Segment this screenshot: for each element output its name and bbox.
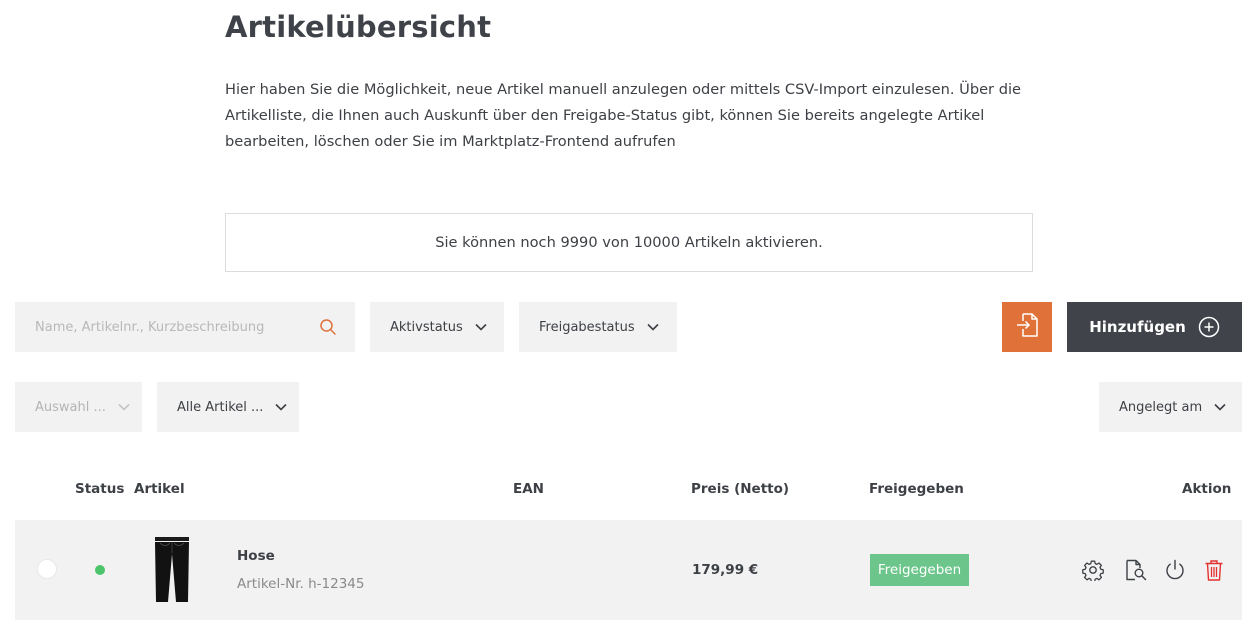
row-select-checkbox[interactable] (37, 559, 57, 579)
article-price: 179,99 € (692, 562, 759, 578)
activation-quota-text: Sie können noch 9990 von 10000 Artikeln … (435, 234, 823, 251)
bulk-selection-dropdown[interactable]: Auswahl ... (15, 382, 142, 432)
column-header-article: Artikel (134, 481, 185, 497)
chevron-down-icon (473, 319, 489, 335)
column-header-price: Preis (Netto) (691, 481, 790, 497)
table-row: Hose Artikel-Nr. h-12345 179,99 € Freige… (15, 520, 1242, 620)
document-search-icon[interactable] (1124, 559, 1147, 581)
chevron-down-icon (1212, 399, 1228, 415)
page-title: Artikelübersicht (225, 10, 492, 44)
power-icon[interactable] (1164, 559, 1186, 581)
sort-label: Angelegt am (1119, 399, 1203, 415)
gear-icon[interactable] (1082, 559, 1104, 581)
sort-dropdown[interactable]: Angelegt am (1099, 382, 1242, 432)
column-header-action: Aktion (1182, 481, 1232, 497)
page-intro-text: Hier haben Sie die Möglichkeit, neue Art… (225, 81, 1021, 150)
status-badge: Freigegeben (870, 554, 969, 586)
bulk-selection-label: Auswahl ... (35, 399, 106, 415)
search-icon[interactable] (319, 318, 337, 336)
approval-status-dropdown[interactable]: Freigabestatus (519, 302, 677, 352)
article-name[interactable]: Hose (237, 548, 275, 564)
search-input[interactable] (35, 319, 295, 335)
trash-icon[interactable] (1203, 559, 1225, 581)
chevron-down-icon (645, 319, 661, 335)
add-button-label: Hinzufügen (1089, 318, 1186, 336)
article-scope-dropdown[interactable]: Alle Artikel ... (157, 382, 299, 432)
active-status-dropdown[interactable]: Aktivstatus (370, 302, 504, 352)
plus-circle-icon (1198, 316, 1220, 338)
active-status-label: Aktivstatus (390, 319, 463, 335)
search-field[interactable] (15, 302, 355, 352)
column-header-status: Status (75, 481, 125, 497)
file-import-icon (1015, 312, 1039, 342)
column-header-approved: Freigegeben (869, 481, 964, 497)
chevron-down-icon (273, 399, 289, 415)
article-thumbnail[interactable] (151, 536, 193, 604)
article-number: Artikel-Nr. h-12345 (237, 576, 365, 592)
csv-import-button[interactable] (1002, 302, 1052, 352)
approval-status-label: Freigabestatus (539, 319, 635, 335)
activation-quota-box: Sie können noch 9990 von 10000 Artikeln … (225, 213, 1033, 272)
status-indicator-active (95, 565, 105, 575)
add-article-button[interactable]: Hinzufügen (1067, 302, 1242, 352)
article-scope-label: Alle Artikel ... (177, 399, 264, 415)
column-header-ean: EAN (513, 481, 544, 497)
chevron-down-icon (116, 399, 132, 415)
